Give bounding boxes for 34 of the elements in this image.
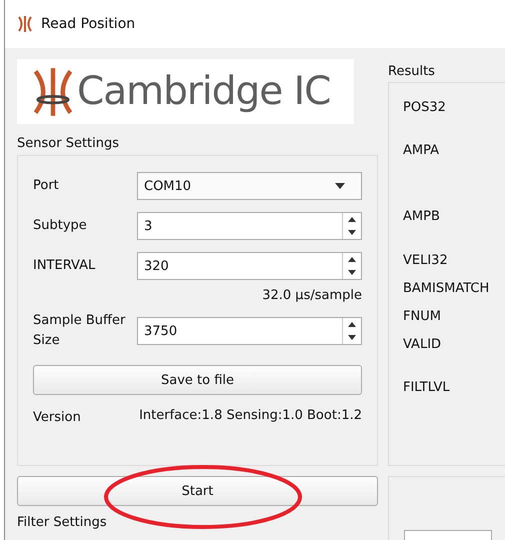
result-label: FILTLVL — [403, 379, 451, 397]
down-arrow-icon[interactable] — [348, 335, 356, 340]
version-label: Version — [33, 409, 82, 427]
save-button[interactable]: Save to file — [33, 365, 362, 395]
up-arrow-icon[interactable] — [348, 257, 356, 262]
up-arrow-icon[interactable] — [348, 217, 356, 222]
rate-text: 32.0 µs/sample — [261, 288, 362, 303]
down-arrow-icon[interactable] — [348, 230, 356, 235]
result-label: BAMISMATCH — [403, 280, 490, 298]
spin-box[interactable]: 3 — [137, 212, 362, 240]
field-label: Sample Buffer Size — [33, 312, 126, 350]
result-label: FNUM — [403, 308, 442, 326]
app-icon — [17, 15, 33, 33]
group-title: Filter Settings — [17, 515, 108, 530]
result-label: AMPB — [403, 208, 441, 226]
result-label: POS32 — [403, 99, 447, 117]
field-label: INTERVAL — [33, 257, 96, 275]
version-text: Interface:1.8 Sensing:1.0 Boot:1.2 — [138, 408, 362, 425]
group-title: Results — [388, 64, 436, 79]
spin-box[interactable]: 320 — [137, 252, 362, 280]
result-label: VALID — [403, 336, 442, 354]
up-arrow-icon[interactable] — [348, 322, 356, 327]
caret-icon — [335, 183, 345, 189]
dropdown[interactable]: COM10 — [137, 172, 362, 200]
group-title: Sensor Settings — [17, 136, 120, 151]
field-label: Subtype — [33, 217, 88, 235]
field-label: Port — [33, 177, 60, 195]
company-logo: Cambridge IC — [17, 59, 354, 124]
result-label: AMPA — [403, 142, 440, 160]
down-arrow-icon[interactable] — [348, 270, 356, 275]
result-label: VELI32 — [403, 252, 449, 270]
spin-box[interactable]: 3750 — [137, 317, 362, 345]
window-title: Read Position — [41, 16, 136, 32]
start-button[interactable]: Start — [17, 476, 378, 506]
